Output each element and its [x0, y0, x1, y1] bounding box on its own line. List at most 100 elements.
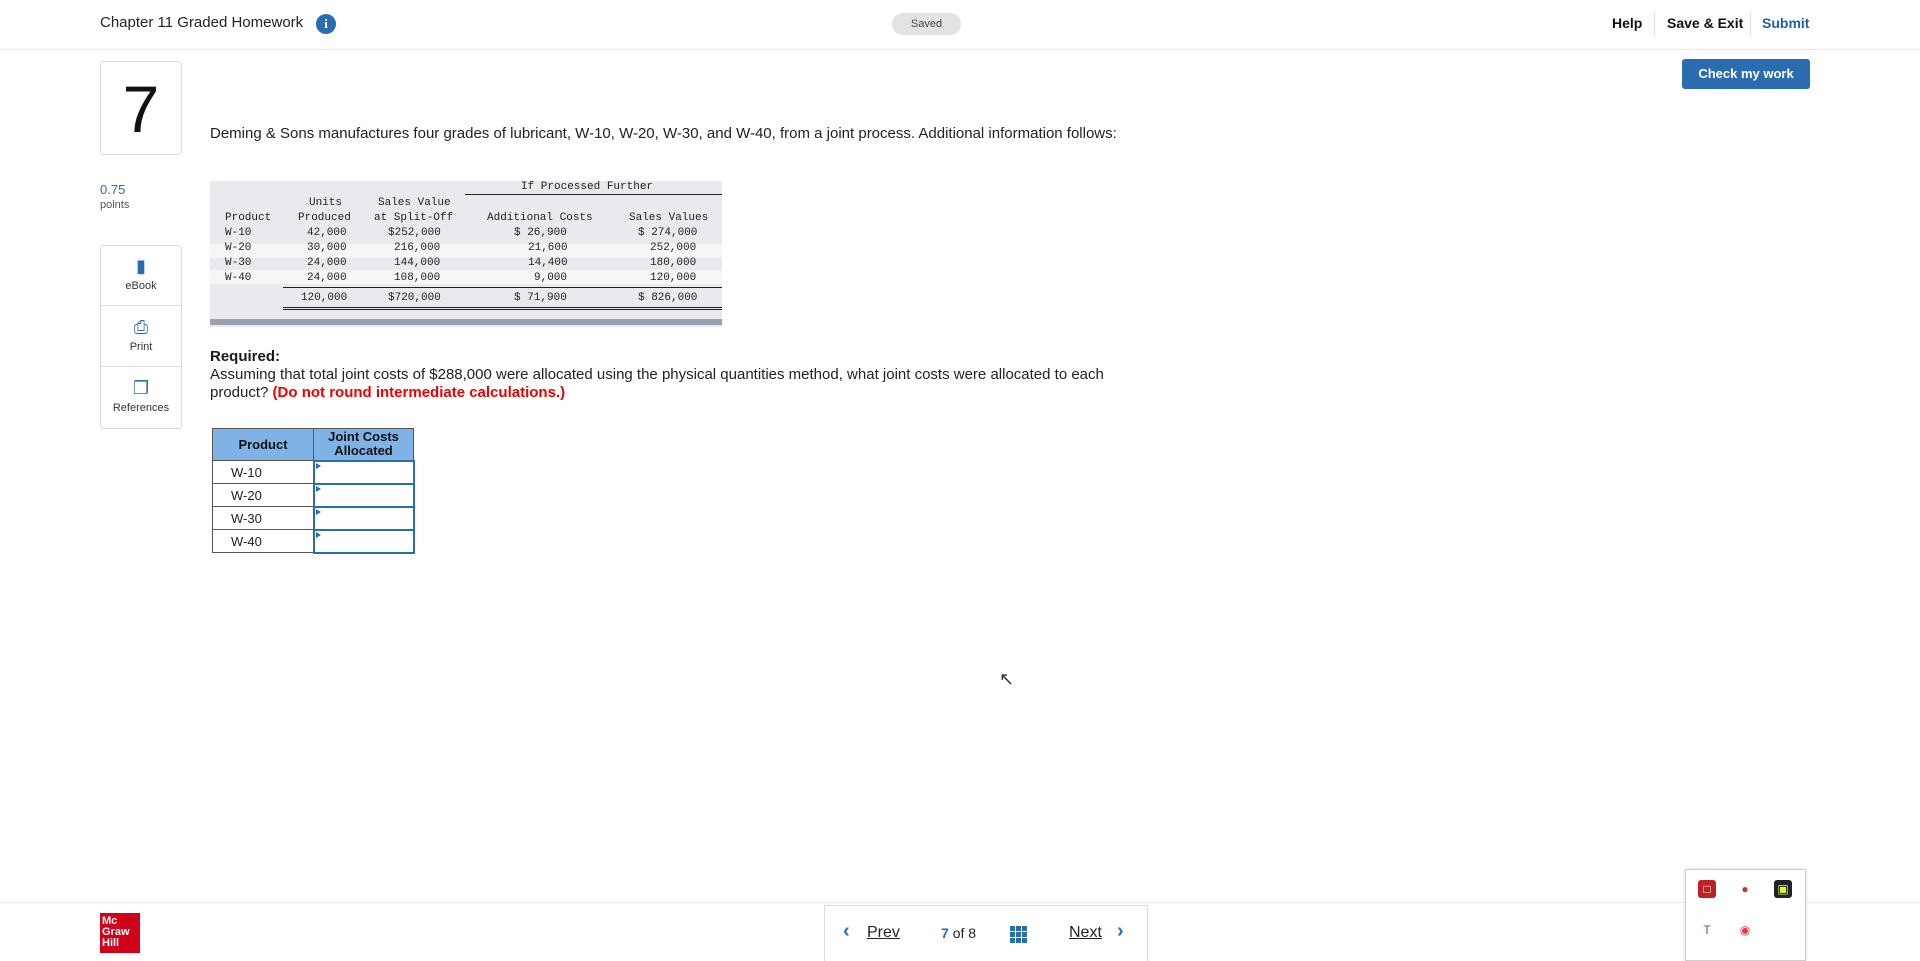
cell-additional: $ 26,900 — [514, 227, 567, 239]
header-additional-costs: Additional Costs — [487, 212, 593, 224]
help-link[interactable]: Help — [1612, 15, 1642, 31]
required-heading: Required: — [210, 348, 281, 365]
double-rule — [283, 307, 722, 308]
cell-product: W-40 — [225, 272, 252, 284]
cell-split: 216,000 — [394, 242, 441, 254]
saved-badge: Saved — [892, 13, 961, 35]
assignment-title: Chapter 11 Graded Homework — [100, 14, 304, 31]
ebook-label: eBook — [125, 280, 157, 292]
pagination: ‹ Prev 7 of 8 Next › — [824, 905, 1148, 961]
question-number: 7 — [100, 61, 182, 155]
current-page: 7 — [941, 925, 949, 941]
answer-product: W-40 — [212, 529, 314, 553]
references-button[interactable]: ❐ References — [101, 368, 181, 428]
references-label: References — [112, 402, 170, 414]
answer-product: W-10 — [212, 460, 314, 484]
header-split-1: Sales Value — [378, 197, 451, 209]
required-note: (Do not round intermediate calculations.… — [272, 384, 566, 401]
required-text: Assuming that total joint costs of $288,… — [210, 366, 1145, 402]
save-exit-link[interactable]: Save & Exit — [1667, 15, 1743, 31]
chevron-right-icon[interactable]: › — [1117, 920, 1124, 943]
joint-cost-input-w40[interactable] — [312, 528, 415, 554]
tool-panel: ▮ eBook ⎙ Print ❐ References — [100, 245, 182, 429]
cell-sales: 120,000 — [650, 272, 697, 284]
table-row: W-40 — [212, 528, 415, 554]
cell-units: 24,000 — [307, 257, 347, 269]
table-row: W-30 — [212, 505, 415, 531]
total-rule — [283, 287, 722, 288]
row-band — [210, 244, 722, 258]
system-tray-popup: □ ● ▣ T ◉ — [1685, 869, 1806, 961]
print-button[interactable]: ⎙ Print — [101, 307, 181, 367]
cell-split: 144,000 — [394, 257, 441, 269]
answer-table: Product Joint Costs Allocated W-10 W-20 … — [212, 428, 415, 554]
answer-header-product: Product — [212, 428, 314, 461]
cell-product: W-10 — [225, 227, 252, 239]
points-value: 0.75 — [100, 182, 126, 197]
cell-split: 108,000 — [394, 272, 441, 284]
chevron-left-icon[interactable]: ‹ — [843, 920, 850, 943]
cell-split: $252,000 — [388, 227, 441, 239]
cell-units: 42,000 — [307, 227, 347, 239]
top-bar: Chapter 11 Graded Homework i Saved Help … — [0, 0, 1920, 50]
lubricant-data-table: If Processed Further Units Sales Value P… — [210, 181, 722, 327]
double-rule — [283, 309, 722, 310]
check-my-work-button[interactable]: Check my work — [1682, 59, 1810, 89]
app-icon[interactable]: □ — [1698, 880, 1716, 898]
page-total: 8 — [968, 925, 977, 941]
ebook-button[interactable]: ▮ eBook — [101, 246, 181, 306]
divider — [1654, 12, 1655, 36]
teams-icon[interactable]: T — [1698, 921, 1716, 939]
submit-link[interactable]: Submit — [1762, 15, 1809, 31]
total-sales: $ 826,000 — [638, 292, 698, 304]
answer-product: W-20 — [212, 483, 314, 507]
grid-icon[interactable] — [1010, 926, 1027, 943]
divider — [1750, 12, 1751, 36]
row-band — [210, 270, 722, 284]
print-label: Print — [129, 341, 153, 353]
footer-divider — [0, 902, 1920, 903]
mcgraw-hill-logo: Mc Graw Hill — [100, 913, 140, 953]
header-product: Product — [225, 212, 272, 224]
joint-cost-input-w10[interactable] — [312, 459, 415, 485]
app-icon[interactable]: ● — [1736, 880, 1754, 898]
group-underline — [465, 194, 722, 195]
cell-product: W-20 — [225, 242, 252, 254]
joint-cost-input-w20[interactable] — [312, 482, 415, 508]
page-of: of — [952, 925, 965, 941]
answer-header-joint-costs: Joint Costs Allocated — [313, 428, 414, 461]
table-row: W-10 — [212, 459, 415, 485]
printer-icon: ⎙ — [133, 317, 149, 337]
joint-cost-input-w30[interactable] — [312, 505, 415, 531]
total-split: $720,000 — [388, 292, 441, 304]
cell-additional: 21,600 — [528, 242, 568, 254]
cell-product: W-30 — [225, 257, 252, 269]
cell-sales: 252,000 — [650, 242, 697, 254]
group-header: If Processed Further — [521, 181, 654, 193]
next-button[interactable]: Next — [1069, 924, 1102, 942]
copy-icon: ❐ — [132, 378, 150, 398]
cell-additional: 9,000 — [534, 272, 568, 284]
cell-sales: 180,000 — [650, 257, 697, 269]
header-units-2: Produced — [298, 212, 351, 224]
header-split-2: at Split-Off — [374, 212, 454, 224]
answer-product: W-30 — [212, 506, 314, 530]
total-units: 120,000 — [301, 292, 348, 304]
header-units-1: Units — [309, 197, 343, 209]
cell-units: 30,000 — [307, 242, 347, 254]
page-indicator[interactable]: 7 of 8 — [941, 925, 976, 941]
cell-units: 24,000 — [307, 272, 347, 284]
prev-button[interactable]: Prev — [867, 924, 900, 942]
app-icon[interactable]: ▣ — [1774, 880, 1792, 898]
cell-sales: $ 274,000 — [638, 227, 698, 239]
chrome-icon[interactable]: ◉ — [1736, 921, 1754, 939]
table-row: W-20 — [212, 482, 415, 508]
points-label: points — [100, 199, 130, 211]
table-scrollbar[interactable] — [210, 319, 722, 325]
book-icon: ▮ — [136, 256, 146, 276]
info-icon[interactable]: i — [316, 14, 336, 34]
total-additional: $ 71,900 — [514, 292, 567, 304]
cell-additional: 14,400 — [528, 257, 568, 269]
mouse-cursor-icon: ↖ — [999, 669, 1015, 689]
header-sales-values: Sales Values — [629, 212, 709, 224]
